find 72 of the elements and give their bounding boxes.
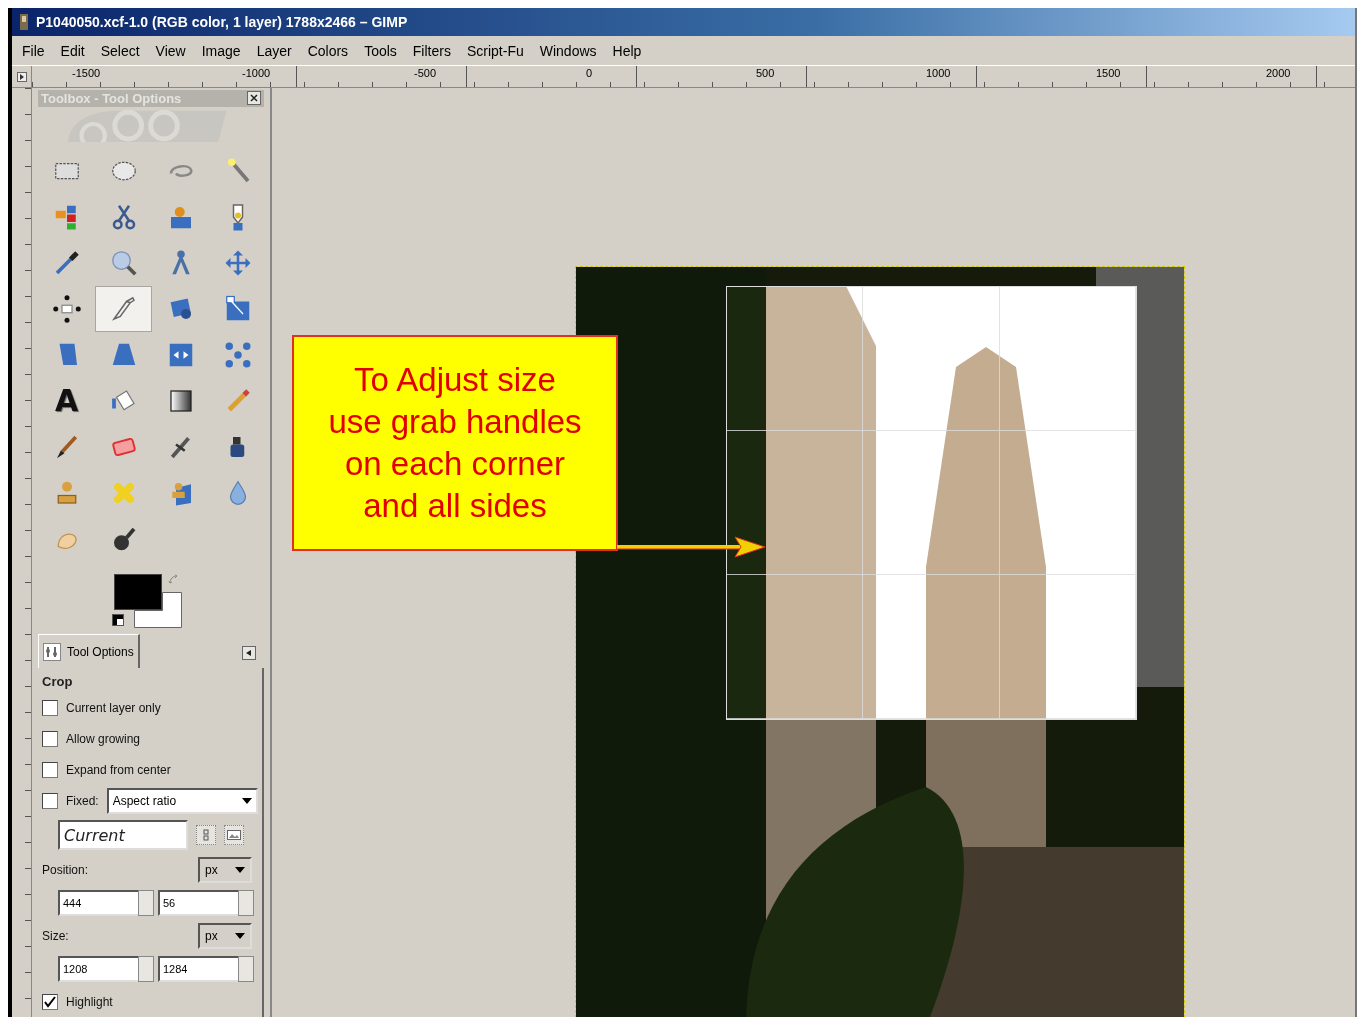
play-icon[interactable] [16,71,27,82]
window-title: P1040050.xcf-1.0 (RGB color, 1 layer) 1788x2466 – GIMP [36,14,408,30]
close-icon [250,94,258,103]
unit-dropdown[interactable]: px [198,857,252,883]
dropdown[interactable]: Aspect ratio [106,787,258,814]
ruler-label: 500 [756,67,775,79]
menu-item[interactable]: Tools [356,42,405,59]
spin-buttons[interactable] [138,956,154,982]
number-field[interactable]: 56 [158,890,238,916]
checkbox[interactable] [42,761,58,778]
crop-rectangle[interactable] [726,286,1137,720]
menu-item[interactable]: Image [193,42,249,59]
checkbox-label: Allow growing [66,731,141,746]
menu-item[interactable]: View [147,42,194,59]
menu-item[interactable]: Script-Fu [458,42,532,59]
menu-item[interactable]: Filters [404,42,459,59]
field-label: Position: [42,863,89,877]
ruler-label: -1000 [242,67,271,79]
tool-button[interactable]: A [38,378,95,424]
menu-item[interactable]: Layer [248,42,300,59]
app-icon [18,13,30,31]
menu-item[interactable]: Windows [531,42,605,59]
ruler-label: 0 [586,67,593,79]
default-colors-icon[interactable] [112,614,124,626]
align-icon [51,294,82,324]
checkbox[interactable] [42,699,58,716]
close-button[interactable] [247,91,261,106]
tool-options-tab[interactable]: Tool Options [38,634,140,668]
checkbox-label: Expand from center [66,762,171,777]
foreground-color-swatch[interactable] [114,574,162,610]
menu-item[interactable]: Help [604,42,650,59]
ruler-label: 1000 [926,67,951,79]
spin-buttons[interactable] [238,890,254,916]
unit-dropdown[interactable]: px [198,923,252,949]
ruler-label: 1500 [1096,67,1121,79]
pen-nib-icon [231,202,244,232]
checkbox[interactable] [42,993,58,1010]
checkbox[interactable] [42,730,58,747]
aspect-button[interactable] [224,825,244,845]
spin-buttons[interactable] [238,956,254,982]
number-field[interactable]: 444 [58,890,138,916]
chain-button[interactable] [196,825,216,845]
chain-icon [202,829,210,841]
checkbox[interactable] [42,792,58,809]
menu-item[interactable]: Select [92,42,148,59]
menu-item[interactable]: File [14,42,53,59]
ruler-label: 2000 [1266,67,1291,79]
panel-menu-button[interactable] [242,646,256,660]
ruler-label: -1500 [72,67,101,79]
field-label: Size: [42,929,69,943]
triangle-left-icon [246,650,252,656]
ruler-label: -500 [414,67,437,79]
landscape-icon [227,830,241,840]
number-field[interactable]: 1284 [158,956,238,982]
section-heading: Crop [42,674,74,689]
dropdown-arrow-icon [242,797,252,804]
swap-arrows-icon[interactable] [168,574,180,586]
dropdown-arrow-icon [235,867,245,873]
spin-buttons[interactable] [138,890,154,916]
callout-note: To Adjust size use grab handles on each corner and all sides [292,335,618,551]
number-field[interactable]: 1208 [58,956,138,982]
menu-item[interactable]: Colors [299,42,357,59]
arrow-icon [617,535,767,559]
background-color-swatch[interactable] [134,592,182,628]
checkbox-label: Current layer only [66,700,161,715]
dropdown-arrow-icon [235,933,245,939]
tool-options-icon [43,642,61,661]
checkbox-label: Highlight [66,994,113,1009]
check-icon [44,995,56,1008]
checkbox-label: Fixed: [66,793,99,808]
menu-item[interactable]: Edit [52,42,93,59]
ratio-field[interactable]: Current [58,820,188,850]
